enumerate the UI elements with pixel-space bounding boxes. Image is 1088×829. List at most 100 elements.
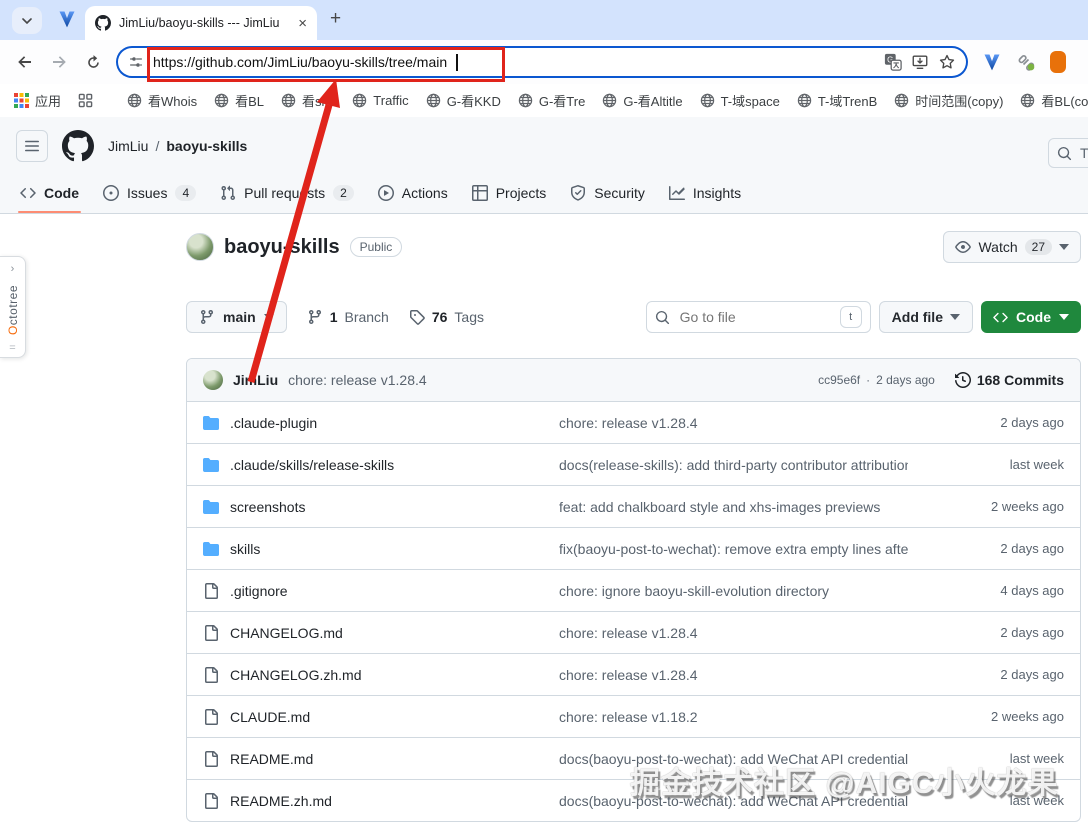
- file-name-link[interactable]: skills: [203, 541, 543, 557]
- commit-message-link[interactable]: chore: release v1.28.4: [559, 667, 908, 683]
- folder-icon: [203, 541, 219, 557]
- breadcrumb-owner[interactable]: JimLiu: [108, 138, 148, 154]
- search-icon: [655, 310, 670, 325]
- table-row: CHANGELOG.zh.md chore: release v1.28.4 2…: [187, 653, 1080, 695]
- breadcrumb-repo[interactable]: baoyu-skills: [166, 138, 247, 154]
- globe-icon: [127, 93, 142, 108]
- tab-insights[interactable]: Insights: [661, 172, 749, 213]
- tab-code[interactable]: Code: [12, 172, 87, 213]
- github-search-box[interactable]: Ty: [1048, 138, 1088, 168]
- repo-title[interactable]: baoyu-skills: [224, 236, 340, 259]
- go-to-file-input[interactable]: t: [646, 301, 871, 333]
- file-name-link[interactable]: .claude/skills/release-skills: [203, 457, 543, 473]
- file-icon: [203, 751, 219, 767]
- add-file-button[interactable]: Add file: [879, 301, 973, 333]
- bookmark-item[interactable]: 看BL(copy): [1020, 91, 1088, 110]
- commit-time: 4 days ago: [924, 583, 1064, 598]
- repo-content: baoyu-skills Public Watch 27 main 1 Bran…: [186, 229, 1081, 822]
- bookmark-items: 看Whois 看BL 看site Traffic G-看KKD G-看Tre G…: [127, 91, 1088, 110]
- commit-message-link[interactable]: chore: release v1.28.4: [559, 415, 908, 431]
- file-name-link[interactable]: .claude-plugin: [203, 415, 543, 431]
- tab-actions[interactable]: Actions: [370, 172, 456, 213]
- go-to-file-field[interactable]: [678, 308, 832, 326]
- browser-logo-icon[interactable]: [982, 52, 1002, 72]
- file-name-link[interactable]: CLAUDE.md: [203, 709, 543, 725]
- browser-tab[interactable]: JimLiu/baoyu-skills --- JimLiu ×: [85, 6, 317, 40]
- issue-icon: [103, 185, 119, 201]
- file-icon: [203, 709, 219, 725]
- file-icon: [203, 667, 219, 683]
- file-name-link[interactable]: CHANGELOG.md: [203, 625, 543, 641]
- bookmark-item[interactable]: 看BL: [214, 91, 264, 110]
- new-tab-button[interactable]: +: [330, 8, 341, 30]
- site-info-icon[interactable]: [128, 54, 144, 70]
- tab-security[interactable]: Security: [562, 172, 653, 213]
- commit-message-link[interactable]: chore: ignore baoyu-skill-evolution dire…: [559, 583, 908, 599]
- extension-icon-clipped[interactable]: [1050, 51, 1066, 73]
- globe-icon: [518, 93, 533, 108]
- bookmark-item[interactable]: T-域TrenB: [797, 91, 877, 110]
- folder-icon: [203, 415, 219, 431]
- bookmark-item[interactable]: Traffic: [352, 93, 408, 108]
- branch-selector-button[interactable]: main: [186, 301, 287, 333]
- octotree-panel-toggle[interactable]: › Octotree =: [0, 256, 26, 358]
- code-button[interactable]: Code: [981, 301, 1081, 333]
- breadcrumb: JimLiu / baoyu-skills: [108, 138, 247, 154]
- tab-issues[interactable]: Issues 4: [95, 172, 204, 213]
- file-name-link[interactable]: .gitignore: [203, 583, 543, 599]
- file-name-link[interactable]: README.md: [203, 751, 543, 767]
- commit-history-link[interactable]: 168 Commits: [955, 372, 1064, 388]
- bookmark-star-icon[interactable]: [938, 53, 956, 71]
- forward-button[interactable]: [42, 45, 76, 79]
- reading-list-button[interactable]: [78, 93, 93, 108]
- commit-message-link[interactable]: chore: release v1.28.4: [559, 625, 908, 641]
- watch-button[interactable]: Watch 27: [943, 231, 1081, 263]
- bookmark-item[interactable]: G-看Tre: [518, 91, 585, 110]
- commit-author-avatar[interactable]: [203, 370, 223, 390]
- bookmark-item[interactable]: 看Whois: [127, 91, 197, 110]
- hamburger-menu-button[interactable]: [16, 130, 48, 162]
- tab-projects[interactable]: Projects: [464, 172, 555, 213]
- reload-button[interactable]: [76, 45, 110, 79]
- commit-message-link[interactable]: feat: add chalkboard style and xhs-image…: [559, 499, 908, 515]
- table-row: .claude-plugin chore: release v1.28.4 2 …: [187, 401, 1080, 443]
- file-name-link[interactable]: README.zh.md: [203, 793, 543, 809]
- github-logo-icon[interactable]: [62, 130, 94, 162]
- chevron-down-icon: [1059, 244, 1069, 250]
- translate-icon[interactable]: G: [884, 53, 902, 71]
- bookmark-item[interactable]: T-域space: [700, 91, 780, 110]
- commit-sha[interactable]: cc95e6f: [818, 373, 860, 387]
- code-icon: [20, 185, 36, 201]
- tags-link[interactable]: 76 Tags: [409, 309, 484, 325]
- commit-author[interactable]: JimLiu: [233, 372, 278, 388]
- branch-icon: [199, 309, 215, 325]
- extension-link-icon[interactable]: [1016, 52, 1036, 72]
- tab-search-button[interactable]: [12, 7, 42, 34]
- file-icon: [203, 793, 219, 809]
- tab-pull-requests[interactable]: Pull requests 2: [212, 172, 362, 213]
- bookmark-item[interactable]: 时间范围(copy): [894, 91, 1003, 110]
- browser-logo-icon[interactable]: [57, 9, 77, 29]
- file-name-link[interactable]: CHANGELOG.zh.md: [203, 667, 543, 683]
- bookmark-item[interactable]: G-看KKD: [426, 91, 501, 110]
- apps-shortcut[interactable]: 应用: [14, 91, 61, 110]
- commit-time: 2 weeks ago: [924, 709, 1064, 724]
- table-row: screenshots feat: add chalkboard style a…: [187, 485, 1080, 527]
- tab-close-icon[interactable]: ×: [298, 16, 307, 31]
- drag-handle-icon[interactable]: =: [9, 346, 15, 352]
- install-app-icon[interactable]: [911, 53, 929, 71]
- branches-link[interactable]: 1 Branch: [307, 309, 389, 325]
- table-row: CHANGELOG.md chore: release v1.28.4 2 da…: [187, 611, 1080, 653]
- bookmark-item[interactable]: G-看Altitle: [602, 91, 682, 110]
- commit-message-link[interactable]: fix(baoyu-post-to-wechat): remove extra …: [559, 541, 908, 557]
- commit-message-link[interactable]: docs(release-skills): add third-party co…: [559, 457, 908, 473]
- latest-commit-bar: JimLiu chore: release v1.28.4 cc95e6f · …: [187, 359, 1080, 401]
- file-name-link[interactable]: screenshots: [203, 499, 543, 515]
- bookmark-item[interactable]: 看site: [281, 91, 335, 110]
- repo-owner-avatar[interactable]: [186, 233, 214, 261]
- back-button[interactable]: [8, 45, 42, 79]
- commit-message-link[interactable]: chore: release v1.18.2: [559, 709, 908, 725]
- commit-time: 2 days ago: [924, 625, 1064, 640]
- commit-time: 2 days ago: [924, 415, 1064, 430]
- commit-message[interactable]: chore: release v1.28.4: [288, 372, 427, 388]
